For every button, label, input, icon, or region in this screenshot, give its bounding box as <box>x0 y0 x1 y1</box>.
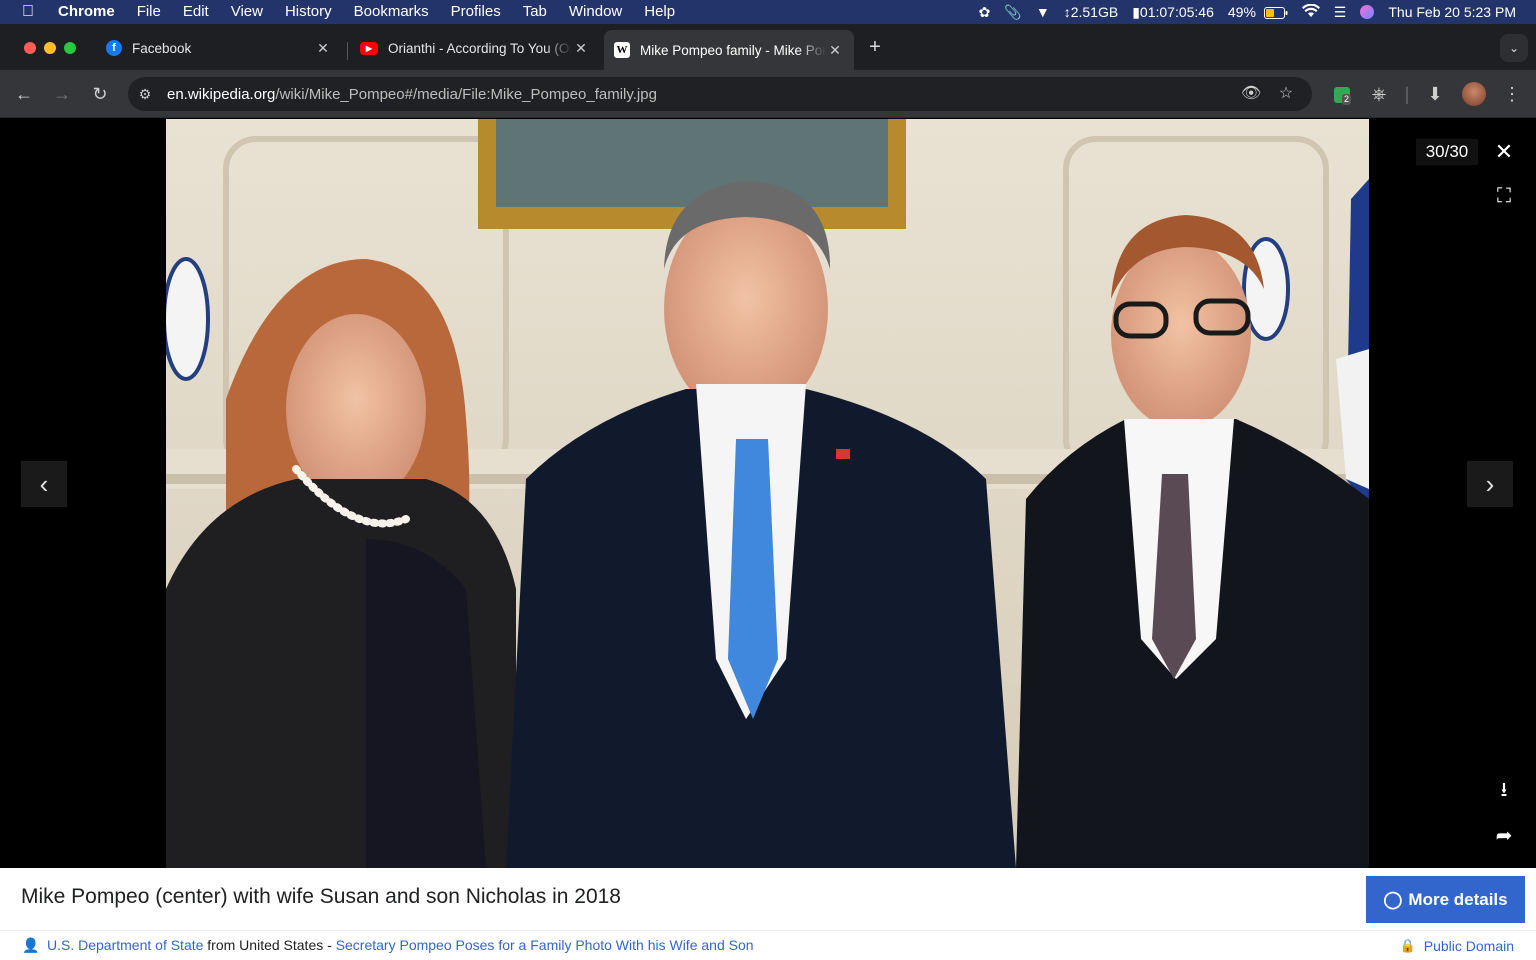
browser-toolbar: ← → ↻ ⚙ en.wikipedia.org/wiki/Mike_Pompe… <box>0 70 1536 118</box>
url-host: en.wikipedia.org <box>167 85 276 103</box>
close-viewer-icon[interactable]: ✕ <box>1490 138 1518 166</box>
tracking-protection-icon[interactable]: 👁 <box>1241 84 1261 104</box>
license-label: Public Domain <box>1423 938 1514 954</box>
new-tab-button[interactable]: + <box>864 36 886 58</box>
attribution-bar: 👤 U.S. Department of State from United S… <box>0 930 1536 960</box>
tab-search-button[interactable]: ⌄ <box>1500 34 1528 62</box>
more-details-button[interactable]: ◯ More details <box>1366 876 1525 923</box>
close-window-button[interactable] <box>24 42 36 54</box>
timer-indicator[interactable]: ▮01:07:05:46 <box>1132 4 1214 21</box>
tab-youtube[interactable]: ▶ Orianthi - According To You (Official … <box>350 30 600 66</box>
close-tab-icon[interactable]: ✕ <box>572 40 590 57</box>
address-bar[interactable]: ⚙ en.wikipedia.org/wiki/Mike_Pompeo#/med… <box>128 77 1312 111</box>
attribution-from: from United States - <box>203 937 336 953</box>
chrome-menu-icon[interactable]: ⋮ <box>1500 82 1524 106</box>
control-center-icon[interactable]: ☰ <box>1334 4 1347 21</box>
tab-title: Mike Pompeo family - Mike Pompeo - Wikip… <box>640 42 826 58</box>
menu-profiles[interactable]: Profiles <box>440 0 512 24</box>
tab-strip: f Facebook ✕ ▶ Orianthi - According To Y… <box>0 24 1536 70</box>
commons-icon: ◯ <box>1383 889 1403 909</box>
memory-value: 2.51GB <box>1070 4 1119 20</box>
extension-icon[interactable]: 2 <box>1330 82 1354 106</box>
vpn-icon[interactable]: ▼ <box>1036 4 1050 20</box>
url-text[interactable]: en.wikipedia.org/wiki/Mike_Pompeo#/media… <box>162 86 657 103</box>
extensions-puzzle-icon[interactable]: ⎈ <box>1367 82 1391 106</box>
battery-indicator[interactable]: 49% <box>1228 4 1288 20</box>
tab-facebook[interactable]: f Facebook ✕ <box>96 30 342 66</box>
tab-title: Facebook <box>132 40 192 56</box>
minimize-window-button[interactable] <box>44 42 56 54</box>
profile-avatar[interactable] <box>1462 82 1486 106</box>
siri-icon[interactable] <box>1360 5 1375 19</box>
menu-app-name[interactable]: Chrome <box>40 0 126 24</box>
menu-window[interactable]: Window <box>558 0 633 24</box>
menu-tab[interactable]: Tab <box>512 0 558 24</box>
wikipedia-icon: W <box>614 42 630 58</box>
lock-icon: 🔒 <box>1399 938 1416 953</box>
menu-view[interactable]: View <box>220 0 274 24</box>
battery-percent: 49% <box>1227 4 1256 20</box>
attribution-line: U.S. Department of State from United Sta… <box>47 937 754 953</box>
menu-help[interactable]: Help <box>633 0 686 24</box>
memory-indicator[interactable]: ↕2.51GB <box>1064 4 1118 20</box>
tab-wikipedia[interactable]: W Mike Pompeo family - Mike Pompeo - Wik… <box>604 30 854 70</box>
close-tab-icon[interactable]: ✕ <box>314 40 332 57</box>
battery-icon <box>1263 7 1288 20</box>
next-image-button[interactable]: › <box>1467 461 1513 507</box>
media-viewer: ‹ › 30/30 ✕ ⛶ ⭳ ➦ <box>0 119 1536 868</box>
download-icon[interactable]: ⭳ <box>1490 776 1518 804</box>
family-photo <box>166 119 1369 868</box>
menu-edit[interactable]: Edit <box>172 0 220 24</box>
share-icon[interactable]: ➦ <box>1490 822 1518 850</box>
author-link[interactable]: U.S. Department of State <box>47 937 203 953</box>
url-path: /wiki/Mike_Pompeo#/media/File:Mike_Pompe… <box>275 85 657 103</box>
reload-button[interactable]: ↻ <box>88 82 112 106</box>
extension-badge: 2 <box>1342 94 1352 105</box>
zoom-window-button[interactable] <box>64 42 76 54</box>
menubar-clock[interactable]: Thu Feb 20 5:23 PM <box>1388 4 1516 20</box>
license-link[interactable]: 🔒 Public Domain <box>1400 938 1514 954</box>
apple-menu-icon[interactable]:  <box>0 3 40 21</box>
youtube-icon: ▶ <box>360 41 378 55</box>
forward-button[interactable]: → <box>50 82 74 106</box>
fullscreen-icon[interactable]: ⛶ <box>1490 182 1518 210</box>
wifi-icon[interactable] <box>1301 3 1320 21</box>
site-info-icon[interactable]: ⚙ <box>128 86 162 103</box>
menu-bookmarks[interactable]: Bookmarks <box>343 0 440 24</box>
caption-bar: Mike Pompeo (center) with wife Susan and… <box>0 868 1536 930</box>
chatgpt-icon[interactable]: ✿ <box>979 4 991 21</box>
previous-image-button[interactable]: ‹ <box>21 461 67 507</box>
tab-separator <box>347 42 348 60</box>
bookmark-star-icon[interactable]: ☆ <box>1276 84 1296 104</box>
macos-menu-bar:  Chrome File Edit View History Bookmark… <box>0 0 1536 24</box>
toolbar-divider: | <box>1404 84 1410 104</box>
downloads-icon[interactable]: ⬇ <box>1423 82 1447 106</box>
close-tab-icon[interactable]: ✕ <box>826 42 844 59</box>
source-link[interactable]: Secretary Pompeo Poses for a Family Phot… <box>336 937 754 953</box>
more-details-label: More details <box>1408 889 1508 909</box>
facebook-icon: f <box>106 40 122 56</box>
menu-history[interactable]: History <box>274 0 343 24</box>
timer-value: 01:07:05:46 <box>1139 3 1214 20</box>
menu-file[interactable]: File <box>126 0 172 24</box>
back-button[interactable]: ← <box>12 82 36 106</box>
paperclip-icon[interactable]: 📎 <box>1004 4 1021 21</box>
image-counter: 30/30 <box>1416 139 1478 165</box>
tab-title: Orianthi - According To You (Official Vi… <box>388 40 572 56</box>
author-icon: 👤 <box>22 937 40 953</box>
image-caption: Mike Pompeo (center) with wife Susan and… <box>21 885 621 908</box>
